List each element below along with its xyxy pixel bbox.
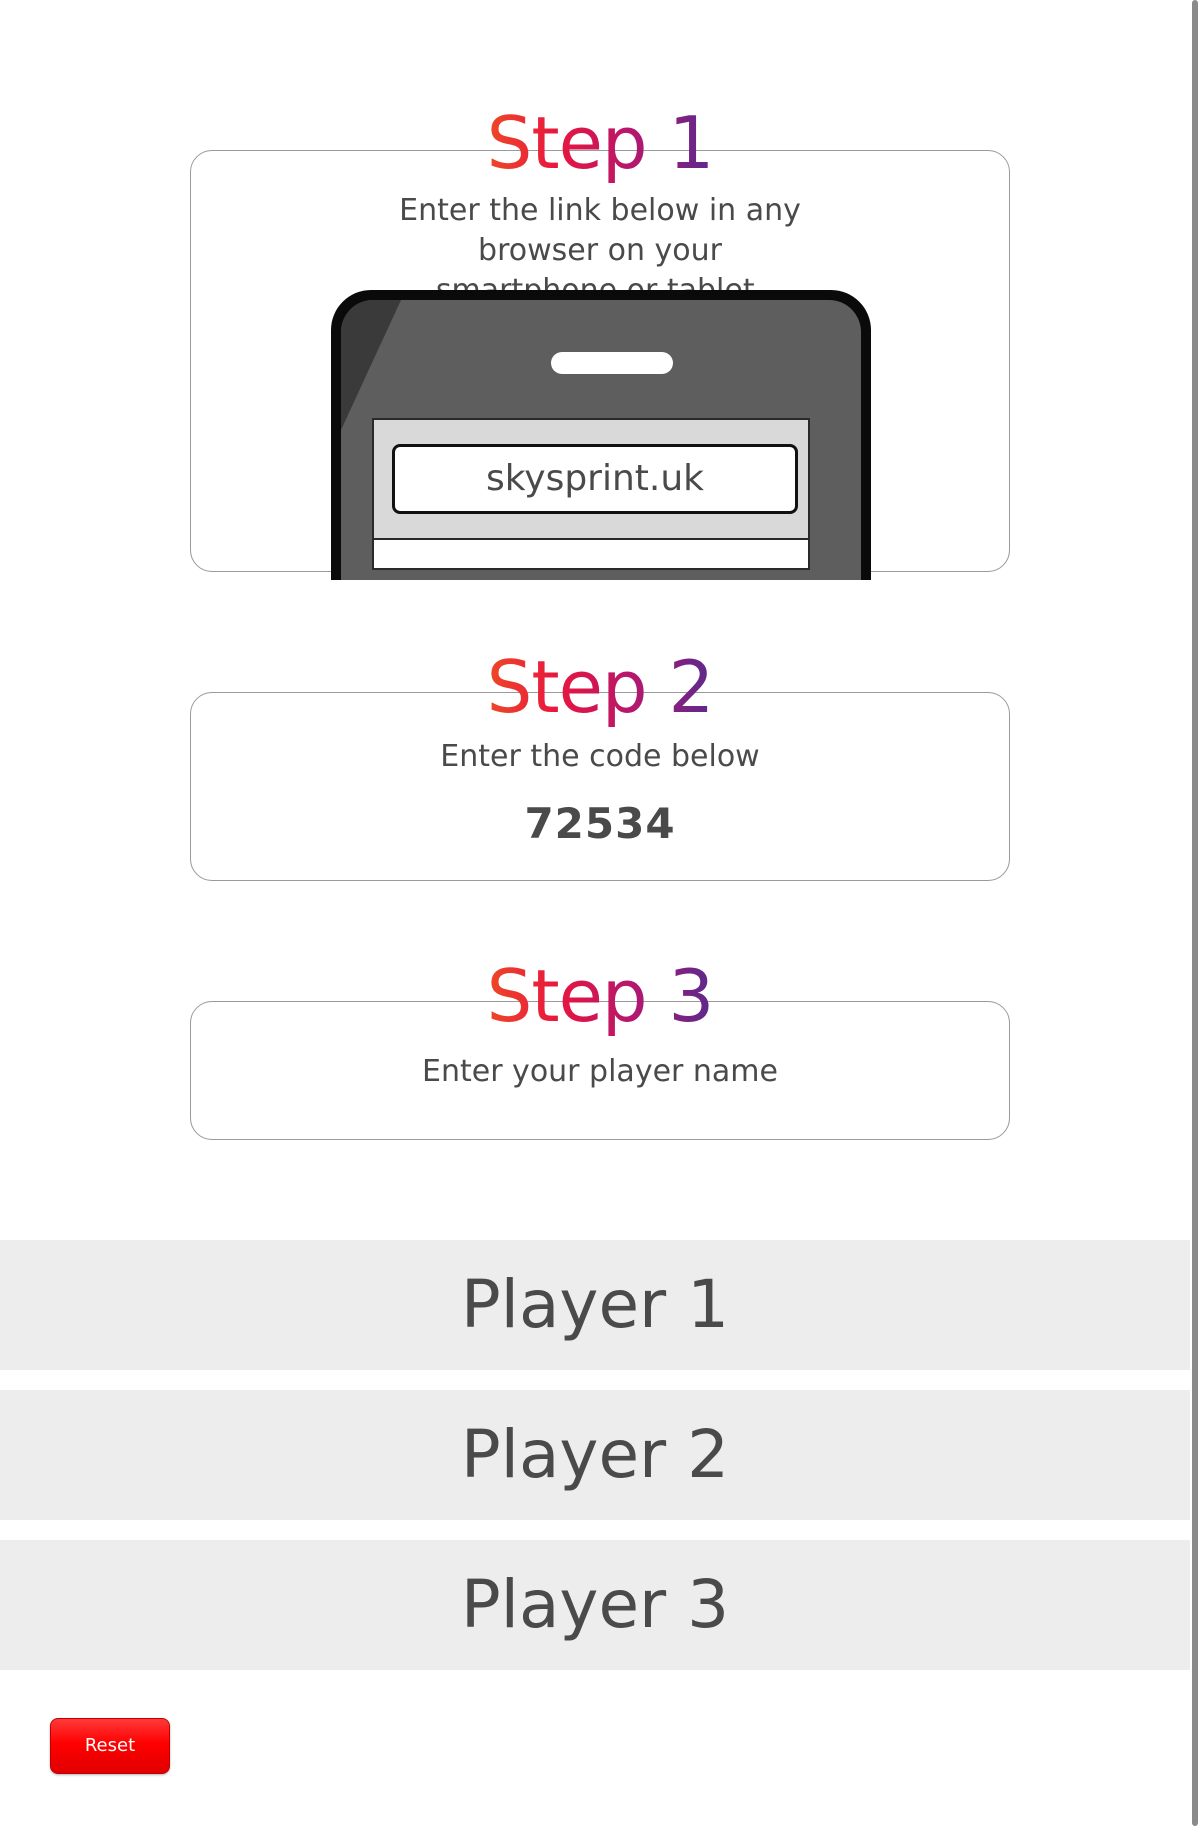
step-2-title: Step 2 <box>461 647 740 727</box>
step-2-panel: Step 2 Enter the code below 72534 <box>190 647 1010 881</box>
scrollbar[interactable] <box>1190 0 1200 1826</box>
step-3-panel: Step 3 Enter your player name <box>190 956 1010 1140</box>
url-display: skysprint.uk <box>392 444 798 514</box>
step-3-instructions: Enter your player name <box>422 1054 778 1089</box>
reset-button[interactable]: Reset <box>50 1718 170 1774</box>
step-3-title: Step 3 <box>461 956 740 1036</box>
phone-screen: skysprint.uk <box>372 418 810 570</box>
step-2-instructions: Enter the code below <box>440 739 760 774</box>
join-code: 72534 <box>524 799 676 848</box>
player-1-row[interactable]: Player 1 <box>0 1240 1190 1370</box>
phone-illustration: skysprint.uk <box>331 290 871 580</box>
phone-address-bar: skysprint.uk <box>374 420 808 540</box>
player-2-row[interactable]: Player 2 <box>0 1390 1190 1520</box>
scrollbar-thumb[interactable] <box>1192 0 1198 1826</box>
player-3-row[interactable]: Player 3 <box>0 1540 1190 1670</box>
phone-speaker-icon <box>551 352 673 374</box>
phone-shine <box>341 300 401 430</box>
step-1-title: Step 1 <box>461 103 740 183</box>
